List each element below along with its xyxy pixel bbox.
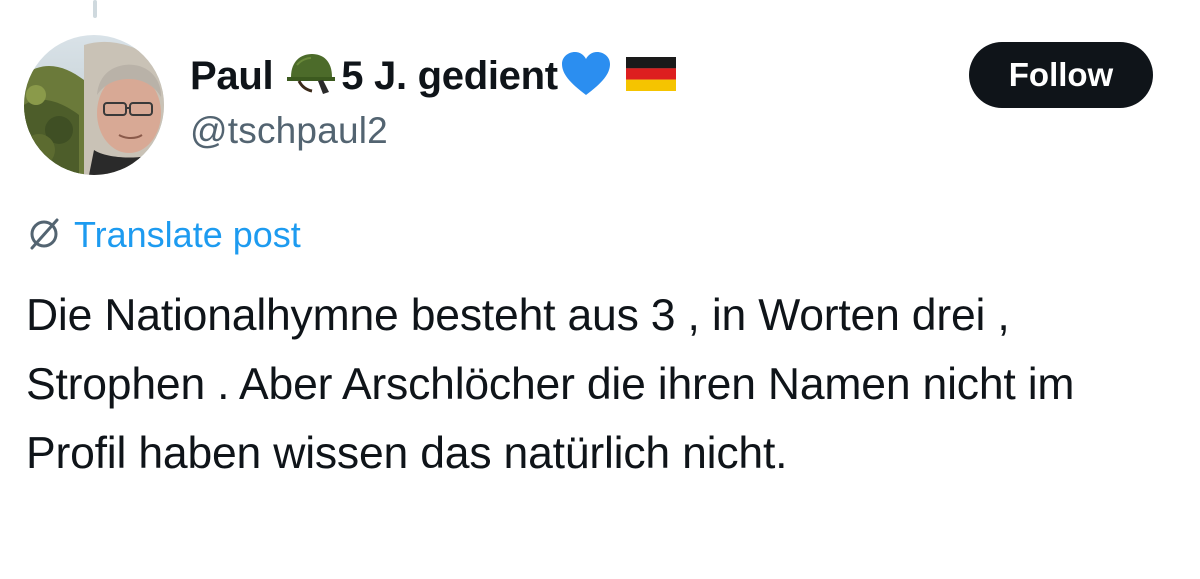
translate-post-label[interactable]: Translate post — [74, 214, 301, 256]
display-name[interactable]: Paul — [190, 54, 274, 99]
display-name-row[interactable]: Paul 5 J. gedient — [190, 48, 950, 104]
thread-connector-line — [93, 0, 97, 18]
post-body-text: Die Nationalhymne besteht aus 3 , in Wor… — [26, 291, 1075, 478]
post-header: Paul 5 J. gedient @tschpaul2 — [190, 48, 950, 152]
germany-flag-icon — [625, 56, 676, 96]
display-name-suffix[interactable]: 5 J. gedient — [341, 54, 558, 99]
translate-post-link[interactable]: Translate post — [26, 214, 301, 256]
helmet-icon — [285, 51, 337, 102]
translate-globe-icon — [26, 215, 62, 256]
user-handle[interactable]: @tschpaul2 — [190, 110, 950, 152]
avatar[interactable] — [24, 35, 164, 175]
blue-heart-icon — [560, 50, 612, 103]
follow-button[interactable]: Follow — [969, 42, 1153, 108]
